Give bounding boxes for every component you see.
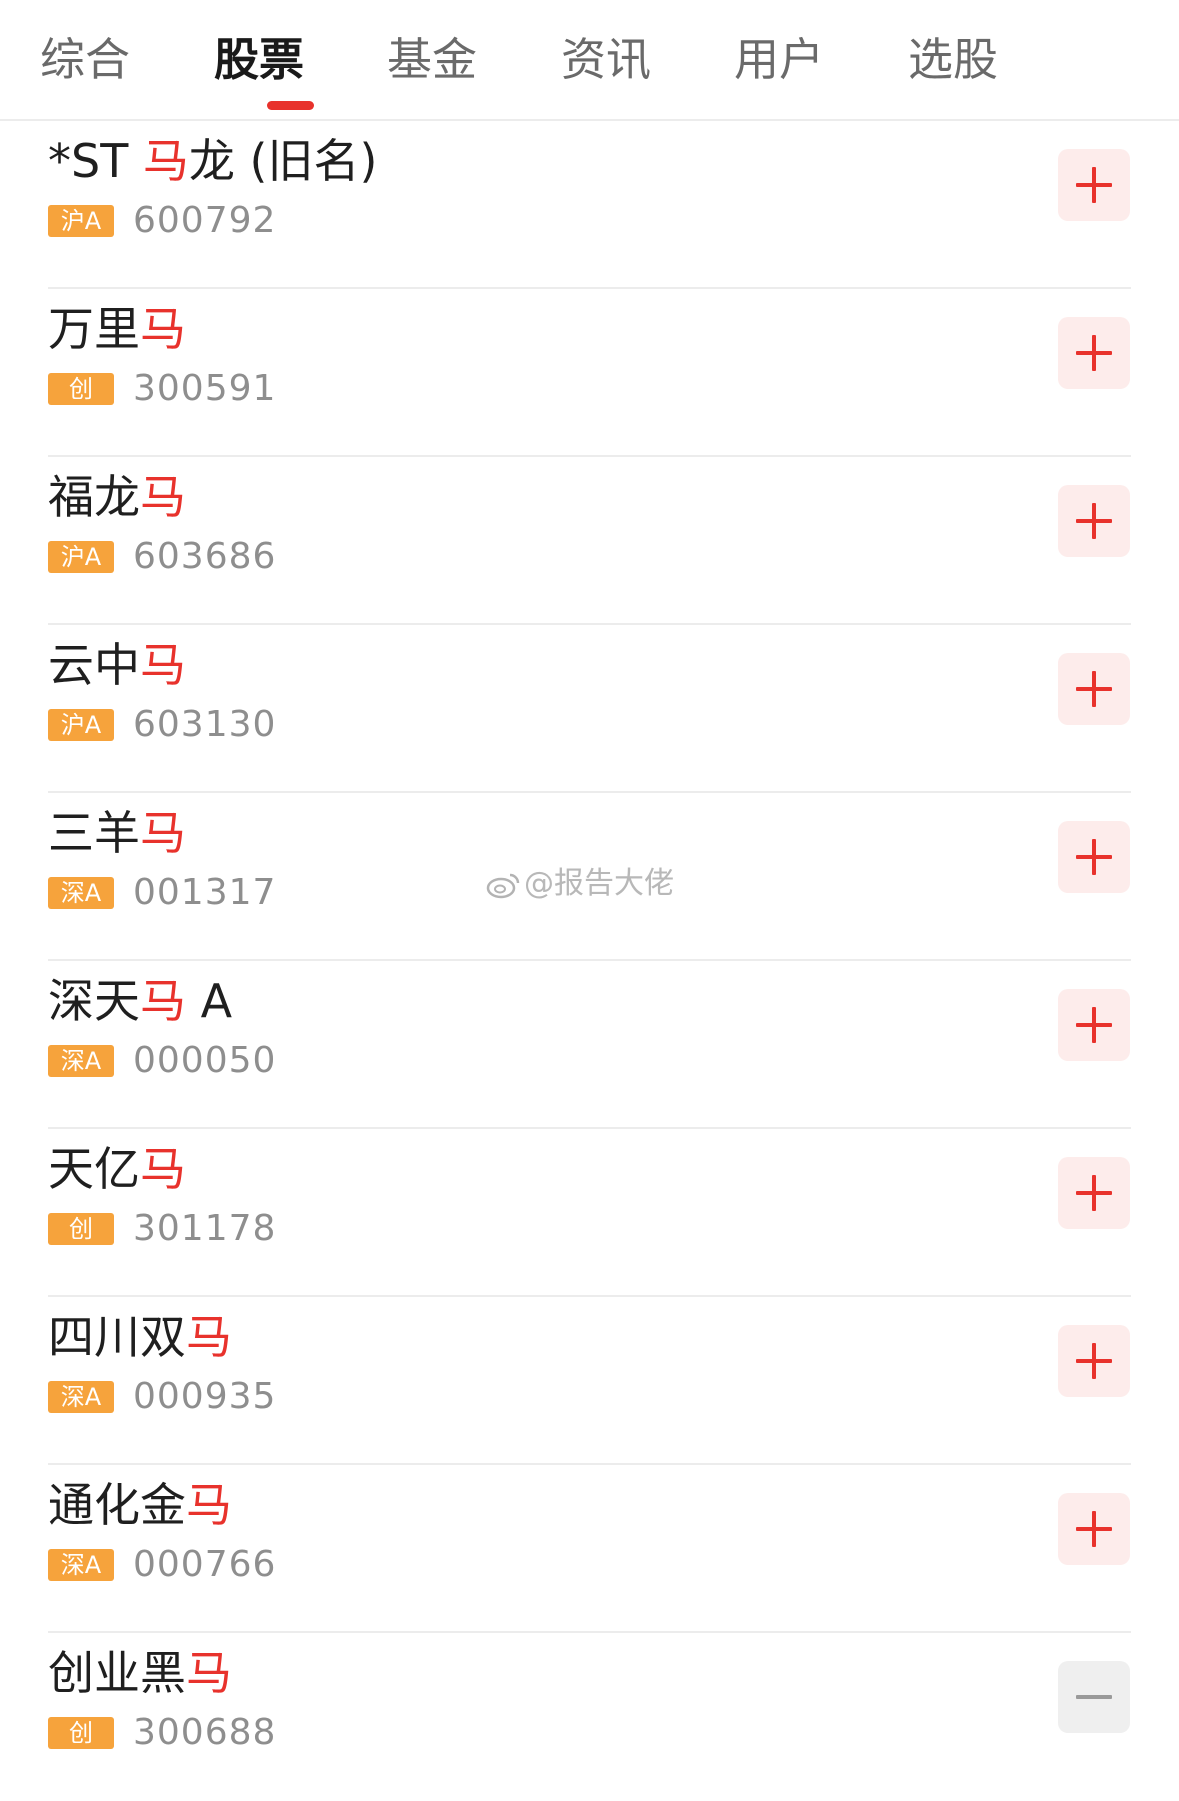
stock-result-row[interactable]: 云中马 沪A 603130: [0, 625, 1179, 793]
tab-stocks[interactable]: 股票: [189, 30, 329, 90]
stock-name-prefix: 万里: [48, 302, 140, 356]
market-badge: 深A: [48, 1381, 114, 1413]
stock-name: *ST 马龙 (旧名): [48, 131, 377, 191]
stock-name-prefix: 通化金: [48, 1478, 186, 1532]
stock-name: 福龙马: [48, 467, 186, 527]
stock-result-row[interactable]: 通化金马深A 000766: [0, 1465, 1179, 1633]
add-watchlist-button[interactable]: [1058, 821, 1130, 893]
market-badge: 深A: [48, 1045, 114, 1077]
add-watchlist-button[interactable]: [1058, 989, 1130, 1061]
plus-icon-stem: [1092, 671, 1096, 707]
add-watchlist-button[interactable]: [1058, 653, 1130, 725]
stock-name: 深天马 A: [48, 971, 232, 1031]
tab-bar: 综合 股票 基金 资讯 用户 选股: [0, 0, 1179, 121]
market-badge: 创: [48, 373, 114, 405]
add-watchlist-button[interactable]: [1058, 317, 1130, 389]
stock-code: 600792: [133, 200, 277, 241]
plus-icon-stem: [1092, 1343, 1096, 1379]
stock-name-suffix: 龙 (旧名): [188, 134, 378, 188]
plus-icon-stem: [1092, 503, 1096, 539]
plus-icon-stem: [1092, 167, 1096, 203]
tab-news[interactable]: 资讯: [536, 30, 676, 90]
stock-code: 000050: [133, 1040, 277, 1081]
stock-name-prefix: 四川双: [48, 1310, 186, 1364]
market-badge: 沪A: [48, 709, 114, 741]
stock-code: 603686: [133, 536, 277, 577]
watermark-text: @报告大佬: [524, 866, 674, 901]
stock-name-prefix: 创业黑: [48, 1646, 186, 1700]
minus-icon: [1076, 1695, 1112, 1699]
stock-code: 000935: [133, 1376, 277, 1417]
stock-name-match: 马: [186, 1478, 232, 1532]
stock-name-prefix: 天亿: [48, 1142, 140, 1196]
stock-code: 603130: [133, 704, 277, 745]
stock-code: 300591: [133, 368, 277, 409]
add-watchlist-button[interactable]: [1058, 485, 1130, 557]
stock-name-match: 马: [186, 1646, 232, 1700]
add-watchlist-button[interactable]: [1058, 1157, 1130, 1229]
stock-name-match: 马: [186, 1310, 232, 1364]
plus-icon-stem: [1092, 1511, 1096, 1547]
stock-name: 云中马: [48, 635, 186, 695]
market-badge: 创: [48, 1213, 114, 1245]
stock-result-row[interactable]: 创业黑马创 300688: [0, 1633, 1179, 1801]
stock-name-prefix: 云中: [48, 638, 140, 692]
plus-icon-stem: [1092, 839, 1096, 875]
stock-name-match: 马: [140, 470, 186, 524]
search-results-list: *ST 马龙 (旧名) 沪A 600792 万里马创 300591 福龙马 沪A 603686…: [0, 121, 1179, 1801]
stock-name-match: 马: [142, 134, 189, 188]
market-badge: 沪A: [48, 541, 114, 573]
remove-watchlist-button[interactable]: [1058, 1661, 1130, 1733]
add-watchlist-button[interactable]: [1058, 1493, 1130, 1565]
stock-result-row[interactable]: 万里马创 300591: [0, 289, 1179, 457]
plus-icon-stem: [1092, 1175, 1096, 1211]
plus-icon-stem: [1092, 335, 1096, 371]
market-badge: 深A: [48, 1549, 114, 1581]
stock-name-suffix: A: [186, 974, 233, 1028]
stock-code: 000766: [133, 1544, 277, 1585]
weibo-icon: [486, 873, 520, 898]
market-badge: 创: [48, 1717, 114, 1749]
tab-comprehensive[interactable]: 综合: [15, 30, 155, 90]
stock-result-row[interactable]: *ST 马龙 (旧名) 沪A 600792: [0, 121, 1179, 289]
stock-name-prefix: 深天: [48, 974, 140, 1028]
stock-code: 301178: [133, 1208, 277, 1249]
stock-name-prefix: *ST: [48, 134, 143, 188]
stock-result-row[interactable]: 四川双马深A 000935: [0, 1297, 1179, 1465]
stock-name: 四川双马: [48, 1307, 232, 1367]
stock-name-prefix: 三羊: [48, 806, 140, 860]
stock-result-row[interactable]: 深天马 A 深A 000050: [0, 961, 1179, 1129]
stock-name-match: 马: [140, 806, 186, 860]
stock-name-match: 马: [140, 638, 186, 692]
stock-name: 天亿马: [48, 1139, 186, 1199]
add-watchlist-button[interactable]: [1058, 149, 1130, 221]
stock-name: 万里马: [48, 299, 186, 359]
active-tab-indicator: [267, 101, 314, 110]
stock-name-match: 马: [140, 1142, 186, 1196]
stock-name: 通化金马: [48, 1475, 232, 1535]
add-watchlist-button[interactable]: [1058, 1325, 1130, 1397]
stock-code: 300688: [133, 1712, 277, 1753]
tab-funds[interactable]: 基金: [362, 30, 502, 90]
market-badge: 沪A: [48, 205, 114, 237]
stock-name: 创业黑马: [48, 1643, 232, 1703]
stock-code: 001317: [133, 872, 277, 913]
stock-result-row[interactable]: 福龙马 沪A 603686: [0, 457, 1179, 625]
market-badge: 深A: [48, 877, 114, 909]
stock-name-match: 马: [140, 302, 186, 356]
tab-users[interactable]: 用户: [709, 30, 849, 90]
stock-name-prefix: 福龙: [48, 470, 140, 524]
plus-icon-stem: [1092, 1007, 1096, 1043]
stock-name-match: 马: [140, 974, 186, 1028]
watermark: @报告大佬: [486, 862, 706, 906]
stock-name: 三羊马: [48, 803, 186, 863]
tab-stock-picker[interactable]: 选股: [883, 30, 1023, 90]
stock-result-row[interactable]: 天亿马创 301178: [0, 1129, 1179, 1297]
